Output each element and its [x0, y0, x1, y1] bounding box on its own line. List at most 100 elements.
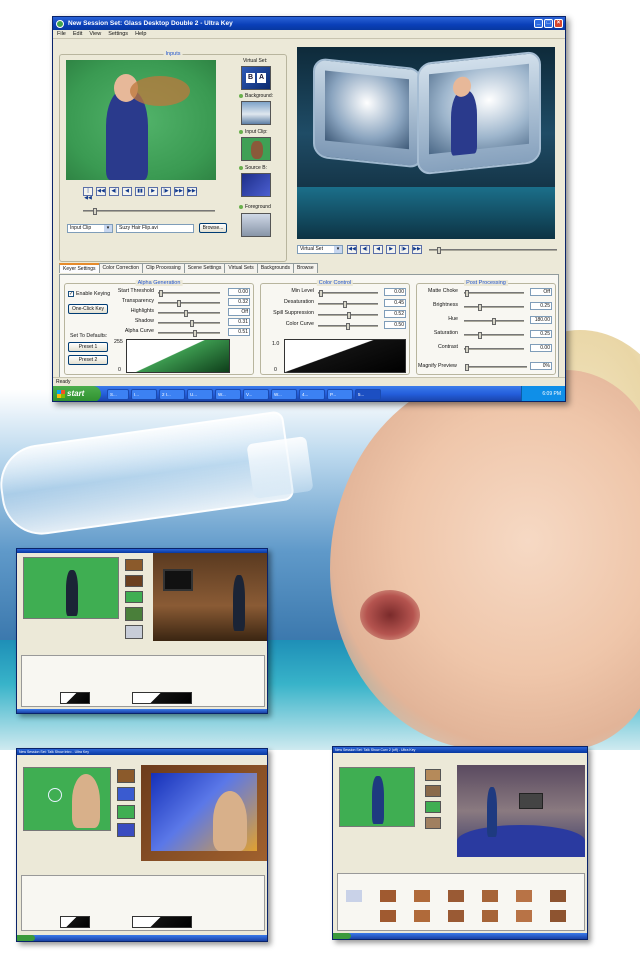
start-threshold-slider[interactable] [158, 290, 220, 297]
step-forward-button[interactable]: |▶ [161, 187, 171, 196]
min-level-knob[interactable] [319, 290, 323, 297]
magnify-preview-knob[interactable] [465, 364, 469, 371]
transparency-slider[interactable] [158, 300, 220, 307]
alpha-curve-knob[interactable] [193, 330, 197, 337]
output-step-back-button[interactable]: ◀| [360, 245, 370, 254]
tab-backgrounds[interactable]: Backgrounds [256, 263, 294, 273]
highlights-value[interactable]: Off [228, 308, 250, 316]
magnify-preview-value[interactable]: 0% [530, 362, 552, 370]
input-scrub-knob[interactable] [93, 208, 97, 215]
step-back-button[interactable]: ◀| [109, 187, 119, 196]
taskbar-item-2[interactable]: I... [131, 388, 157, 400]
color-curve-knob[interactable] [346, 323, 350, 330]
taskbar-item-5[interactable]: W... [215, 388, 241, 400]
input-clip-thumbnail[interactable] [241, 137, 271, 161]
browse-button[interactable]: Browse... [199, 223, 227, 233]
shadow-value[interactable]: 0.31 [228, 318, 250, 326]
taskbar-item-8[interactable]: 4... [299, 388, 325, 400]
hue-value[interactable]: 180.00 [530, 316, 552, 324]
desaturation-knob[interactable] [343, 301, 347, 308]
highlights-slider[interactable] [158, 310, 220, 317]
hue-knob[interactable] [492, 318, 496, 325]
menu-help[interactable]: Help [135, 31, 146, 37]
color-curve-value[interactable]: 0.50 [384, 321, 406, 329]
output-scrub-knob[interactable] [437, 247, 441, 254]
go-end-button[interactable]: ▶▶| [187, 187, 197, 196]
output-view-select[interactable]: Virtual Set [297, 245, 343, 254]
maximize-button[interactable]: □ [544, 19, 553, 28]
saturation-value[interactable]: 0.25 [530, 330, 552, 338]
input-scrub-slider[interactable] [83, 208, 215, 215]
rewind-button[interactable]: ◀◀ [96, 187, 106, 196]
play-reverse-button[interactable]: ◀ [122, 187, 132, 196]
tab-browse[interactable]: Browse [293, 263, 318, 273]
start-threshold-knob[interactable] [159, 290, 163, 297]
preset-1-button[interactable]: Preset 1 [68, 342, 108, 352]
spill-suppression-slider[interactable] [318, 312, 378, 319]
spill-suppression-value[interactable]: 0.52 [384, 310, 406, 318]
shadow-slider[interactable] [158, 320, 220, 327]
minimize-button[interactable]: _ [534, 19, 543, 28]
go-start-button[interactable]: |◀◀ [83, 187, 93, 201]
magnify-preview-slider[interactable] [465, 364, 527, 371]
output-play-reverse-button[interactable]: ◀ [373, 245, 383, 254]
background-thumbnail[interactable] [241, 101, 271, 125]
taskbar-item-ultra-key[interactable]: 5... [355, 388, 381, 400]
file-name-field[interactable]: Suzy Hair Flip.avi [116, 224, 194, 233]
taskbar-item-4[interactable]: U... [187, 388, 213, 400]
menu-edit[interactable]: Edit [73, 31, 82, 37]
output-rewind-button[interactable]: ◀◀ [347, 245, 357, 254]
source-select[interactable]: Input Clip [67, 224, 113, 233]
desaturation-slider[interactable] [318, 301, 378, 308]
one-click-key-button[interactable]: One-Click Key [68, 304, 108, 314]
matte-choke-value[interactable]: Off [530, 288, 552, 296]
pause-button[interactable]: ▮▮ [135, 187, 145, 196]
color-curve-slider[interactable] [318, 323, 378, 330]
menu-view[interactable]: View [89, 31, 101, 37]
shadow-knob[interactable] [190, 320, 194, 327]
source-b-thumbnail[interactable] [241, 173, 271, 197]
enable-keying-checkbox[interactable]: ✓ Enable Keying [68, 289, 110, 298]
tab-keyer-settings[interactable]: Keyer Settings [59, 263, 100, 273]
matte-choke-slider[interactable] [464, 290, 524, 297]
menu-settings[interactable]: Settings [108, 31, 128, 37]
brightness-knob[interactable] [478, 304, 482, 311]
tab-color-correction[interactable]: Color Correction [98, 263, 143, 273]
start-threshold-value[interactable]: 0.00 [228, 288, 250, 296]
preset-2-button[interactable]: Preset 2 [68, 355, 108, 365]
contrast-slider[interactable] [464, 346, 524, 353]
output-scrub-slider[interactable] [429, 247, 557, 254]
alpha-curve-value[interactable]: 0.51 [228, 328, 250, 336]
highlights-knob[interactable] [184, 310, 188, 317]
input-preview[interactable] [66, 60, 216, 180]
fast-forward-button[interactable]: ▶▶ [174, 187, 184, 196]
transparency-knob[interactable] [177, 300, 181, 307]
min-level-slider[interactable] [318, 290, 378, 297]
output-fast-forward-button[interactable]: ▶▶ [412, 245, 422, 254]
output-preview[interactable] [297, 47, 555, 239]
tab-clip-processing[interactable]: Clip Processing [141, 263, 185, 273]
taskbar-item-7[interactable]: W... [271, 388, 297, 400]
desaturation-value[interactable]: 0.45 [384, 299, 406, 307]
spill-suppression-knob[interactable] [347, 312, 351, 319]
tab-scene-settings[interactable]: Scene Settings [183, 263, 226, 273]
contrast-value[interactable]: 0.00 [530, 344, 552, 352]
matte-choke-knob[interactable] [465, 290, 469, 297]
taskbar-item-1[interactable]: S... [107, 388, 129, 400]
foreground-thumbnail[interactable] [241, 213, 271, 237]
transparency-value[interactable]: 0.32 [228, 298, 250, 306]
close-button[interactable]: × [554, 19, 563, 28]
brightness-slider[interactable] [464, 304, 524, 311]
saturation-knob[interactable] [478, 332, 482, 339]
contrast-knob[interactable] [465, 346, 469, 353]
alpha-curve-slider[interactable] [158, 330, 220, 337]
hue-slider[interactable] [464, 318, 524, 325]
virtual-set-thumbnail[interactable]: B A [241, 66, 271, 90]
start-button[interactable]: start [53, 386, 101, 401]
min-level-value[interactable]: 0.00 [384, 288, 406, 296]
taskbar-item-6[interactable]: V... [243, 388, 269, 400]
taskbar-item-3[interactable]: 2 I... [159, 388, 185, 400]
play-button[interactable]: ▶ [148, 187, 158, 196]
taskbar-item-9[interactable]: P... [327, 388, 353, 400]
tab-virtual-sets[interactable]: Virtual Sets [224, 263, 258, 273]
